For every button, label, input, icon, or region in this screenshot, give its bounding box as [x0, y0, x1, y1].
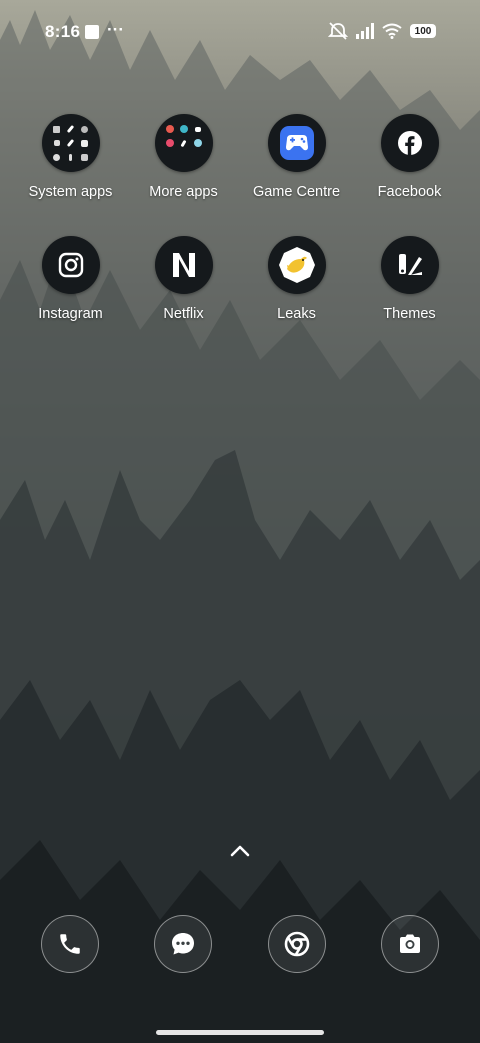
app-more-apps[interactable]: More apps [127, 114, 240, 200]
app-themes[interactable]: Themes [353, 236, 466, 322]
app-instagram[interactable]: Instagram [14, 236, 127, 322]
dock [41, 915, 439, 973]
app-facebook[interactable]: Facebook [353, 114, 466, 200]
dock-phone-button[interactable] [41, 915, 99, 973]
dock-chrome-button[interactable] [267, 915, 326, 973]
app-label-instagram: Instagram [38, 306, 103, 322]
app-leaks[interactable]: Leaks [240, 236, 353, 322]
app-label-themes: Themes [383, 306, 436, 322]
app-netflix[interactable]: Netflix [127, 236, 240, 322]
status-bar: 8:16 ··· 100 [0, 0, 480, 64]
chevron-up-icon[interactable] [228, 842, 252, 860]
messages-icon [172, 933, 195, 955]
facebook-icon [380, 114, 439, 172]
dock-camera-button[interactable] [380, 915, 439, 973]
phone-icon [60, 934, 80, 954]
app-game-centre[interactable]: Game Centre [240, 114, 353, 200]
notification-square-icon [85, 25, 99, 39]
app-label-facebook: Facebook [377, 184, 442, 200]
netflix-icon [154, 236, 213, 294]
dock-messages-button[interactable] [154, 915, 213, 973]
wifi-icon [382, 23, 402, 39]
battery-icon: 100 [410, 24, 436, 38]
bird-icon [267, 236, 326, 294]
themes-icon [380, 236, 439, 294]
gesture-nav-handle[interactable] [156, 1030, 324, 1035]
instagram-icon [41, 236, 100, 294]
status-overflow: ··· [107, 20, 124, 39]
folder-icon [154, 114, 213, 172]
app-grid: System apps More apps Game Centre Facebo… [14, 114, 466, 322]
app-label-netflix: Netflix [163, 306, 204, 322]
app-label-more-apps: More apps [149, 184, 218, 200]
folder-icon [41, 114, 100, 172]
gamepad-icon [267, 114, 326, 172]
mute-vibrate-icon [328, 22, 348, 40]
app-label-game-centre: Game Centre [252, 184, 341, 200]
app-system-apps[interactable]: System apps [14, 114, 127, 200]
status-icons: 100 [328, 22, 436, 40]
chrome-icon [284, 931, 309, 957]
signal-icon [356, 23, 374, 39]
app-label-leaks: Leaks [277, 306, 316, 322]
status-time: 8:16 [45, 22, 81, 41]
app-label-system-apps: System apps [28, 184, 113, 200]
camera-icon [399, 934, 420, 953]
